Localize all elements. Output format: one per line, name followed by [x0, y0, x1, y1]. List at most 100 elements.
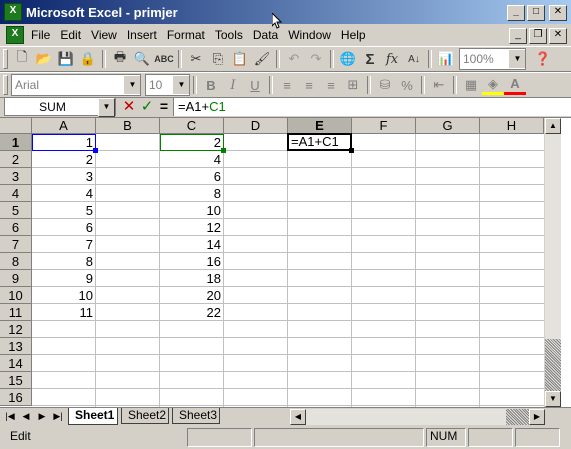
chevron-down-icon[interactable]: ▼ [509, 50, 525, 68]
insert-function-icon[interactable]: = [157, 97, 171, 116]
column-header-a[interactable]: A [32, 118, 96, 134]
italic-button[interactable]: I [222, 74, 244, 96]
horizontal-scrollbar[interactable]: ◀ ▶ [290, 409, 545, 425]
menu-insert[interactable]: Insert [122, 28, 162, 42]
row-header-2[interactable]: 2 [0, 151, 32, 168]
menu-file[interactable]: File [26, 28, 55, 42]
cell-a6[interactable]: 6 [32, 219, 95, 236]
borders-icon[interactable]: ▦ [460, 74, 482, 96]
column-header-b[interactable]: B [96, 118, 160, 134]
permission-icon[interactable]: 🔒 [77, 48, 99, 70]
row-header-16[interactable]: 16 [0, 389, 32, 406]
cell-a8[interactable]: 8 [32, 253, 95, 270]
next-sheet-icon[interactable]: ▶ [36, 409, 48, 423]
format-painter-icon[interactable]: 🖌 [251, 48, 273, 70]
scroll-down-icon[interactable]: ▼ [545, 391, 561, 407]
zoom-combo[interactable]: 100% ▼ [459, 48, 526, 70]
cell-a10[interactable]: 10 [32, 287, 95, 304]
cell-a3[interactable]: 3 [32, 168, 95, 185]
cell-c8[interactable]: 16 [160, 253, 223, 270]
align-left-icon[interactable]: ≡ [276, 74, 298, 96]
scroll-left-icon[interactable]: ◀ [290, 409, 306, 425]
row-header-1[interactable]: 1 [0, 134, 32, 151]
cell-c11[interactable]: 22 [160, 304, 223, 321]
font-combo[interactable]: Arial ▼ [11, 74, 141, 96]
row-header-13[interactable]: 13 [0, 338, 32, 355]
select-all-button[interactable] [0, 118, 32, 134]
redo-icon[interactable]: ↷ [305, 48, 327, 70]
row-header-10[interactable]: 10 [0, 287, 32, 304]
column-header-c[interactable]: C [160, 118, 224, 134]
maximize-icon[interactable]: □ [527, 5, 545, 21]
chart-wizard-icon[interactable]: 📊 [435, 48, 457, 70]
insert-function-icon[interactable]: fx [381, 48, 403, 70]
row-header-6[interactable]: 6 [0, 219, 32, 236]
active-cell-e1[interactable]: =A1+C1 [287, 133, 352, 151]
cell-a11[interactable]: 11 [32, 304, 95, 321]
last-sheet-icon[interactable]: ▶| [52, 409, 64, 423]
column-header-e[interactable]: E [288, 118, 352, 134]
cut-icon[interactable]: ✂ [185, 48, 207, 70]
column-header-f[interactable]: F [352, 118, 416, 134]
underline-button[interactable]: U [244, 74, 266, 96]
row-header-9[interactable]: 9 [0, 270, 32, 287]
chevron-down-icon[interactable]: ▼ [173, 76, 189, 94]
fill-color-icon[interactable]: ◈ [482, 76, 504, 95]
menu-edit[interactable]: Edit [55, 28, 86, 42]
row-header-4[interactable]: 4 [0, 185, 32, 202]
copy-icon[interactable]: ⎘ [207, 48, 229, 70]
cell-a5[interactable]: 5 [32, 202, 95, 219]
row-header-8[interactable]: 8 [0, 253, 32, 270]
toolbar-grip[interactable] [3, 75, 8, 95]
cell-a4[interactable]: 4 [32, 185, 95, 202]
name-box[interactable]: SUM ▼ [4, 97, 116, 117]
save-icon[interactable]: 💾 [55, 48, 77, 70]
font-size-combo[interactable]: 10 ▼ [145, 74, 190, 96]
column-header-h[interactable]: H [480, 118, 544, 134]
doc-minimize-icon[interactable]: _ [509, 28, 527, 44]
doc-close-icon[interactable]: ✕ [549, 28, 567, 44]
align-right-icon[interactable]: ≡ [320, 74, 342, 96]
column-header-d[interactable]: D [224, 118, 288, 134]
cell-c6[interactable]: 12 [160, 219, 223, 236]
workbook-icon[interactable]: X [6, 26, 24, 44]
cell-c2[interactable]: 4 [160, 151, 223, 168]
row-header-12[interactable]: 12 [0, 321, 32, 338]
fill-handle[interactable] [349, 148, 354, 153]
new-icon[interactable]: 🗋 [11, 48, 33, 70]
menu-data[interactable]: Data [248, 28, 283, 42]
tab-sheet1[interactable]: Sheet1 [68, 408, 118, 425]
print-preview-icon[interactable]: 🔍 [131, 48, 153, 70]
paste-icon[interactable]: 📋 [229, 48, 251, 70]
hyperlink-icon[interactable]: 🌐 [337, 48, 359, 70]
cell-a7[interactable]: 7 [32, 236, 95, 253]
formula-input[interactable]: =A1+C1 [173, 97, 571, 116]
excel-icon[interactable]: X [4, 3, 22, 21]
sort-ascending-icon[interactable]: A↓ [403, 48, 425, 70]
vertical-scrollbar[interactable]: ▲ ▼ [544, 118, 561, 408]
cell-c10[interactable]: 20 [160, 287, 223, 304]
row-header-14[interactable]: 14 [0, 355, 32, 372]
minimize-icon[interactable]: _ [507, 5, 525, 21]
bold-button[interactable]: B [200, 74, 222, 96]
help-icon[interactable]: ❓ [532, 48, 554, 70]
menu-window[interactable]: Window [283, 28, 336, 42]
undo-icon[interactable]: ↶ [283, 48, 305, 70]
cell-a2[interactable]: 2 [32, 151, 95, 168]
cell-a9[interactable]: 9 [32, 270, 95, 287]
currency-icon[interactable]: ⛁ [374, 74, 396, 96]
menu-view[interactable]: View [86, 28, 122, 42]
chevron-down-icon[interactable]: ▼ [124, 76, 140, 94]
font-color-icon[interactable]: A [504, 76, 526, 95]
tab-sheet2[interactable]: Sheet2 [121, 408, 169, 424]
cell-c5[interactable]: 10 [160, 202, 223, 219]
cell-c9[interactable]: 18 [160, 270, 223, 287]
first-sheet-icon[interactable]: |◀ [4, 409, 16, 423]
toolbar-grip[interactable] [3, 49, 8, 69]
scroll-up-icon[interactable]: ▲ [545, 118, 561, 134]
menu-format[interactable]: Format [162, 28, 210, 42]
open-icon[interactable]: 📂 [33, 48, 55, 70]
close-icon[interactable]: ✕ [549, 5, 567, 21]
tab-sheet3[interactable]: Sheet3 [172, 408, 220, 424]
enter-icon[interactable]: ✓ [139, 97, 155, 116]
